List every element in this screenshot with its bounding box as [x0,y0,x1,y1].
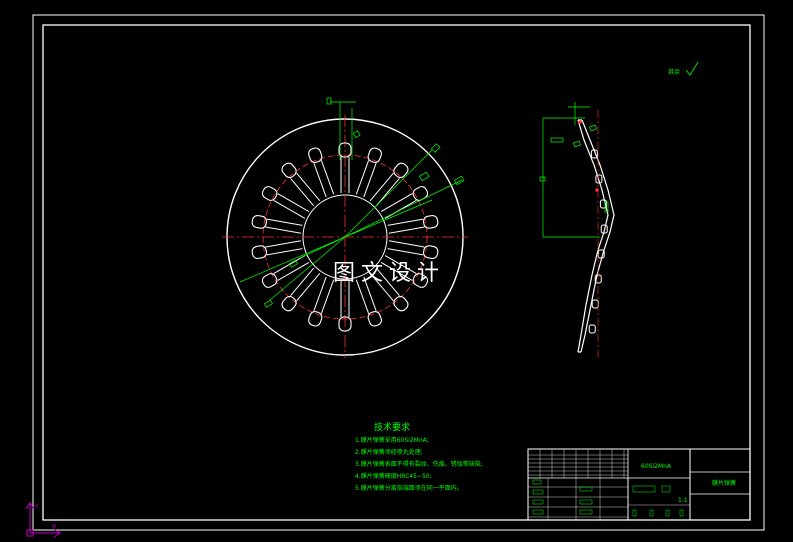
finger-window-hole [261,186,278,201]
finger-slot [380,193,417,219]
surface-finish-note: 其余 [668,68,680,76]
finger-slot [355,160,377,198]
finger-slot [387,240,425,256]
tech-req-item: 3.膜片弹簧表面不得有裂纹、伤痕、锈蚀等缺陷; [355,460,483,468]
finger-window-hole [393,162,409,179]
tech-req-title: 技术要求 [374,421,410,433]
title-block-grid [528,449,690,520]
finger-window-hole [308,310,323,327]
finger-slot [265,218,303,234]
tech-req-item: 5.膜片弹簧分离指端面须在同一平面内。 [355,484,463,492]
finger-window-hole [367,310,382,327]
side-slot [591,299,599,309]
surface-finish-symbol: 其余 [668,61,699,76]
finger-window-hole [422,245,439,259]
finger-window-hole [261,273,278,288]
tech-req-item: 4.膜片弹簧硬度HRC45~50; [355,472,432,480]
tech-req-item: 2.膜片弹簧须经喷丸处理; [355,448,423,456]
side-slot [588,324,596,334]
cad-drawing: 其余 图文设计 技术要求 1.膜片弹簧采用60Si2MnA; 2.膜片弹簧须经喷… [25,14,765,538]
finger-window-hole [367,147,382,164]
finger-slot [313,276,335,314]
finger-slot [290,172,321,207]
tech-req-item: 1.膜片弹簧采用60Si2MnA; [355,436,429,444]
finger-slot [265,240,303,256]
title-block-scale: 1:1 [678,497,688,504]
finger-slot [369,172,400,207]
finger-window-hole [308,147,323,164]
ucs-y-label: Y [34,503,39,510]
ucs-x-label: X [52,523,56,530]
finger-window-hole [422,215,439,229]
finger-window-hole [412,186,429,201]
finger-slot [273,255,310,281]
finger-slot [290,267,321,302]
front-view [222,97,468,358]
side-section-view [539,102,615,360]
finger-slot [313,160,335,198]
finger-window-hole [251,215,268,229]
finger-window-hole [251,245,268,259]
title-block: 膜片弹簧 60Si2MnA 1:1 [527,448,751,521]
title-block-material: 60Si2MnA [641,463,672,470]
title-block-fields [532,479,684,517]
technical-requirements: 技术要求 1.膜片弹簧采用60Si2MnA; 2.膜片弹簧须经喷丸处理; 3.膜… [355,421,483,492]
title-block-part-name: 膜片弹簧 [712,479,736,487]
watermark-text: 图文设计 [333,261,445,286]
finger-slot [273,193,310,219]
finger-slot [387,218,425,234]
